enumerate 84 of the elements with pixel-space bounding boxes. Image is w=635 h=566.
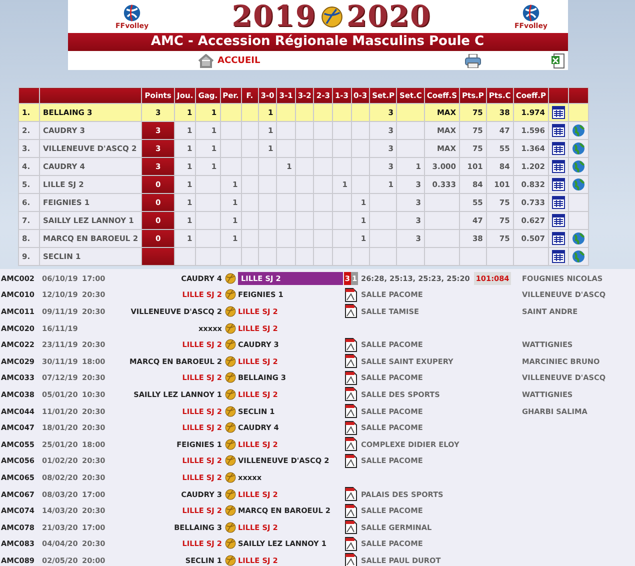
volleyball-icon (224, 306, 236, 317)
pdf-document-icon[interactable] (345, 288, 357, 302)
stat-cell (220, 104, 242, 122)
pdf-document-icon[interactable] (345, 420, 357, 435)
stat-cell (424, 248, 460, 266)
volleyball-icon (224, 438, 236, 450)
pdf-document-icon[interactable] (345, 487, 357, 502)
pdf-document-icon[interactable] (345, 370, 357, 385)
pdf-document-icon[interactable] (345, 338, 357, 352)
stat-cell (396, 104, 424, 122)
points-cell (142, 248, 175, 266)
calendar-icon[interactable] (552, 160, 565, 173)
calendar-icon[interactable] (552, 250, 565, 263)
competition-title: AMC - Accession Régionale Masculins Poule C (68, 33, 568, 51)
calendar-icon[interactable] (552, 214, 565, 227)
pdf-document-icon[interactable] (345, 536, 357, 551)
volleyball-icon (224, 522, 236, 533)
stat-cell (196, 230, 220, 248)
stat-cell (370, 230, 397, 248)
volleyball-logo-icon (123, 4, 142, 22)
pdf-document-icon[interactable] (345, 504, 357, 518)
calendar-icon[interactable] (552, 232, 565, 245)
calendar-icon[interactable] (552, 178, 565, 191)
volleyball-icon (224, 538, 236, 550)
volleyball-icon (224, 422, 236, 434)
stat-cell (396, 140, 424, 158)
globe-icon[interactable] (572, 160, 585, 173)
volleyball-icon (224, 372, 236, 384)
volleyball-icon (224, 388, 236, 400)
stat-cell (196, 194, 220, 212)
volleyball-icon (224, 339, 236, 350)
pdf-document-icon[interactable] (345, 404, 357, 418)
volleyball-icon (224, 322, 236, 334)
globe-icon[interactable] (572, 124, 585, 137)
pdf-document-icon[interactable] (345, 520, 357, 534)
stat-cell (424, 230, 460, 248)
globe-icon[interactable] (572, 250, 585, 263)
pdf-document-icon[interactable] (345, 354, 357, 368)
calendar-icon[interactable] (552, 142, 565, 155)
pdf-document-icon[interactable] (345, 387, 357, 402)
volleyball-icon (224, 488, 236, 500)
home-link[interactable]: ACCUEIL (198, 54, 260, 68)
calendar-icon[interactable] (552, 124, 565, 137)
volleyball-icon (224, 554, 236, 566)
globe-icon[interactable] (572, 178, 585, 191)
stat-cell (174, 248, 196, 266)
stat-cell (396, 122, 424, 140)
stat-cell (196, 176, 220, 194)
volleyball-logo-icon (522, 4, 540, 22)
stat-cell (370, 194, 397, 212)
spreadsheet-icon[interactable] (551, 52, 566, 68)
stat-cell (424, 194, 460, 212)
globe-icon[interactable] (572, 142, 585, 155)
stat-cell (220, 158, 242, 176)
season-year: 2020 (346, 0, 432, 33)
stat-cell (196, 248, 220, 266)
calendar-icon[interactable] (552, 196, 565, 209)
stat-cell (196, 212, 220, 230)
stat-cell (370, 212, 397, 230)
volleyball-icon (224, 455, 236, 466)
calendar-icon[interactable] (552, 106, 565, 119)
pdf-document-icon[interactable] (345, 304, 357, 318)
stat-cell (424, 212, 460, 230)
printer-icon[interactable] (465, 54, 482, 68)
pdf-document-icon[interactable] (345, 454, 357, 468)
volleyball-icon (224, 272, 236, 284)
volleyball-icon (224, 289, 236, 300)
stat-cell (370, 248, 397, 266)
volleyball-icon (320, 6, 342, 28)
stat-cell (220, 248, 242, 266)
globe-icon[interactable] (572, 232, 585, 245)
pdf-document-icon[interactable] (345, 437, 357, 452)
season-year: 2019 (232, 0, 316, 33)
pdf-document-icon[interactable] (345, 553, 357, 566)
stat-cell (220, 140, 242, 158)
house-icon (198, 54, 214, 68)
stat-cell (220, 122, 242, 140)
stat-cell (396, 248, 424, 266)
volleyball-icon (224, 356, 236, 367)
stat-cell (460, 248, 486, 266)
stat-cell (486, 248, 514, 266)
volleyball-icon (224, 505, 236, 516)
volleyball-icon (224, 406, 236, 417)
volleyball-icon (224, 472, 236, 483)
